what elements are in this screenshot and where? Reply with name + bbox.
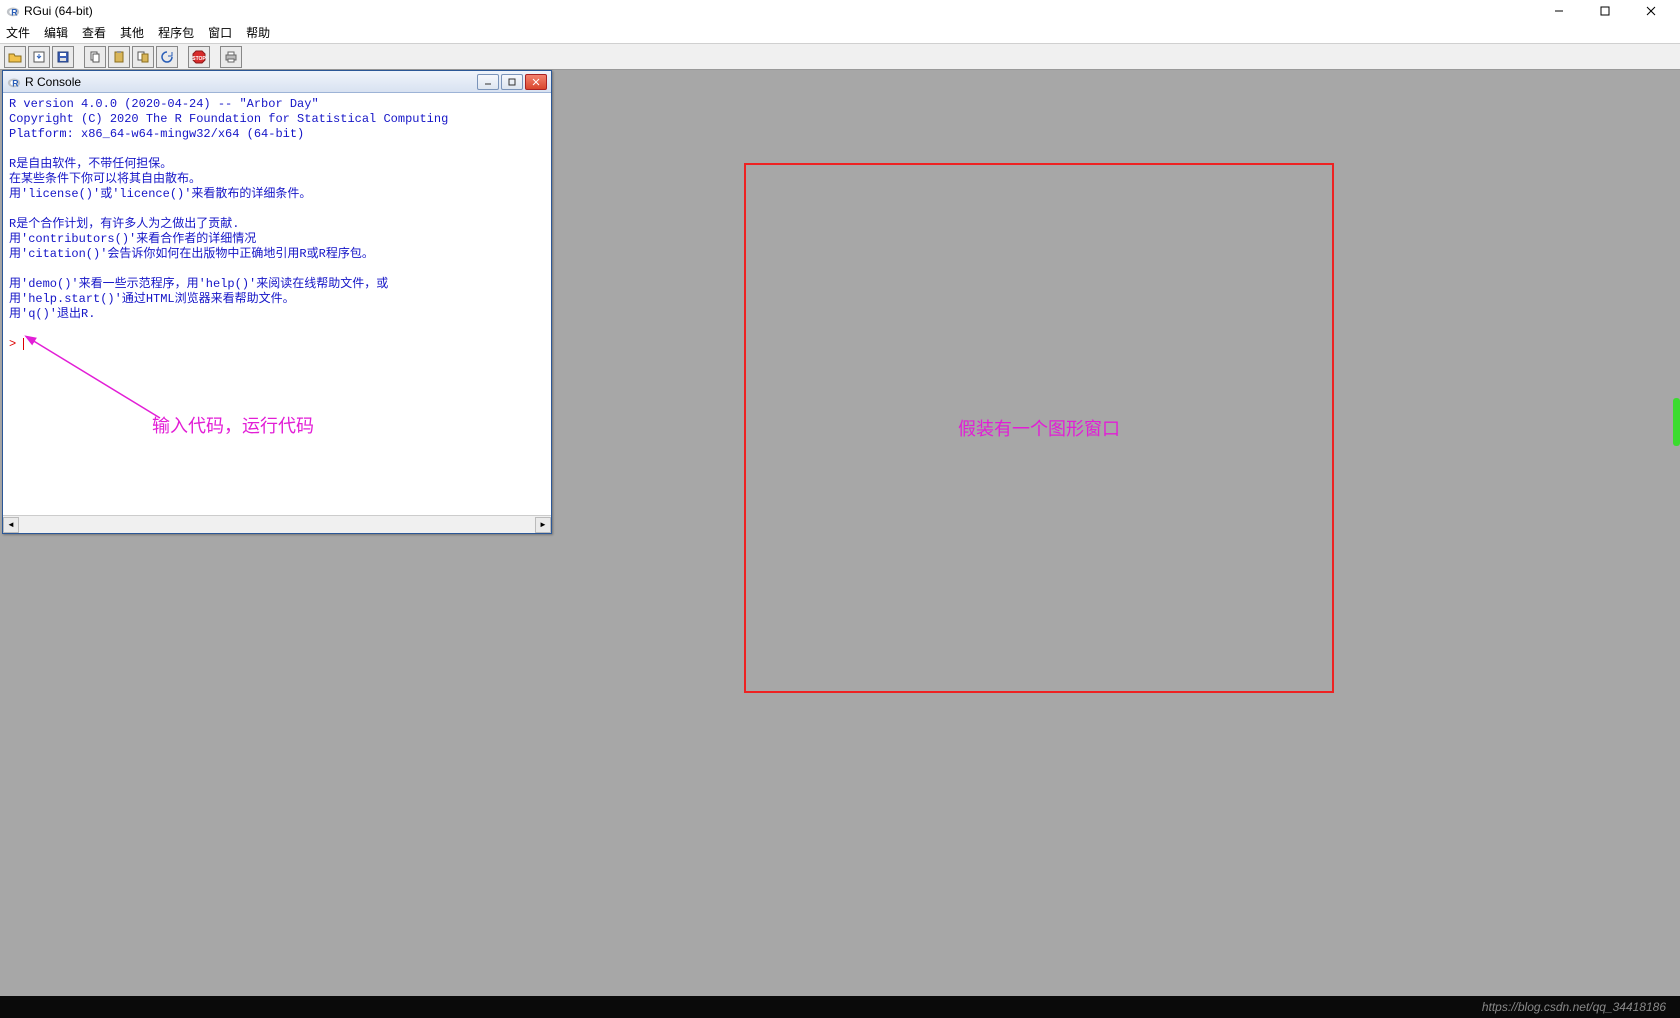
- fake-graphics-label: 假装有一个图形窗口: [958, 415, 1120, 441]
- fake-graphics-window: 假装有一个图形窗口: [744, 163, 1334, 693]
- annotation-input-code: 输入代码，运行代码: [152, 412, 314, 438]
- statusbar: https://blog.csdn.net/qq_34418186: [0, 996, 1680, 1018]
- window-title: RGui (64-bit): [24, 4, 93, 18]
- paste-icon: [112, 50, 126, 64]
- print-icon: [224, 50, 238, 64]
- menu-file[interactable]: 文件: [6, 24, 30, 41]
- toolbar: STOP: [0, 44, 1680, 70]
- mdi-area: R R Console R version 4.0.0 (2020-04-24)…: [0, 70, 1680, 996]
- svg-text:STOP: STOP: [192, 56, 206, 62]
- open-icon: [8, 50, 22, 64]
- menu-help[interactable]: 帮助: [246, 24, 270, 41]
- page-edge-scrollbar[interactable]: [1673, 398, 1680, 446]
- svg-text:R: R: [11, 7, 18, 17]
- maximize-button[interactable]: [1582, 0, 1628, 22]
- menu-windows[interactable]: 窗口: [208, 24, 232, 41]
- maximize-icon: [1600, 6, 1610, 16]
- copypaste-icon: [136, 50, 150, 64]
- console-prompt[interactable]: >: [9, 337, 24, 351]
- scroll-right-button[interactable]: ►: [535, 517, 551, 533]
- toolbar-copy[interactable]: [84, 46, 106, 68]
- r-app-icon: R: [6, 4, 20, 18]
- toolbar-open[interactable]: [4, 46, 26, 68]
- minimize-button[interactable]: [1536, 0, 1582, 22]
- console-minimize-button[interactable]: [477, 74, 499, 90]
- copy-icon: [88, 50, 102, 64]
- minimize-icon: [1554, 6, 1564, 16]
- console-body[interactable]: R version 4.0.0 (2020-04-24) -- "Arbor D…: [3, 93, 551, 515]
- window-controls: [1536, 0, 1674, 22]
- toolbar-copypaste[interactable]: [132, 46, 154, 68]
- save-icon: [56, 50, 70, 64]
- stop-icon: STOP: [192, 50, 206, 64]
- console-window-controls: [477, 74, 547, 90]
- maximize-icon: [508, 78, 516, 86]
- toolbar-save[interactable]: [52, 46, 74, 68]
- menu-misc[interactable]: 其他: [120, 24, 144, 41]
- refresh-icon: [160, 50, 174, 64]
- console-maximize-button[interactable]: [501, 74, 523, 90]
- r-app-icon: R: [7, 75, 21, 89]
- minimize-icon: [484, 78, 492, 86]
- console-h-scrollbar[interactable]: ◄ ►: [3, 515, 551, 533]
- main-titlebar[interactable]: R RGui (64-bit): [0, 0, 1680, 22]
- toolbar-load[interactable]: [28, 46, 50, 68]
- menu-edit[interactable]: 编辑: [44, 24, 68, 41]
- menu-packages[interactable]: 程序包: [158, 24, 194, 41]
- toolbar-print[interactable]: [220, 46, 242, 68]
- scroll-left-button[interactable]: ◄: [3, 517, 19, 533]
- r-console-window[interactable]: R R Console R version 4.0.0 (2020-04-24)…: [2, 70, 552, 534]
- rgui-main-window: R RGui (64-bit) 文件 编辑 查看 其他 程序包 窗口 帮助: [0, 0, 1680, 1018]
- console-close-button[interactable]: [525, 74, 547, 90]
- watermark: https://blog.csdn.net/qq_34418186: [1482, 1000, 1666, 1014]
- toolbar-stop[interactable]: STOP: [188, 46, 210, 68]
- console-titlebar[interactable]: R R Console: [3, 71, 551, 93]
- svg-text:R: R: [12, 78, 19, 88]
- menubar: 文件 编辑 查看 其他 程序包 窗口 帮助: [0, 22, 1680, 44]
- console-title-text: R Console: [25, 75, 81, 89]
- close-icon: [532, 78, 540, 86]
- toolbar-refresh[interactable]: [156, 46, 178, 68]
- menu-view[interactable]: 查看: [82, 24, 106, 41]
- load-icon: [32, 50, 46, 64]
- close-icon: [1646, 6, 1656, 16]
- toolbar-paste[interactable]: [108, 46, 130, 68]
- close-button[interactable]: [1628, 0, 1674, 22]
